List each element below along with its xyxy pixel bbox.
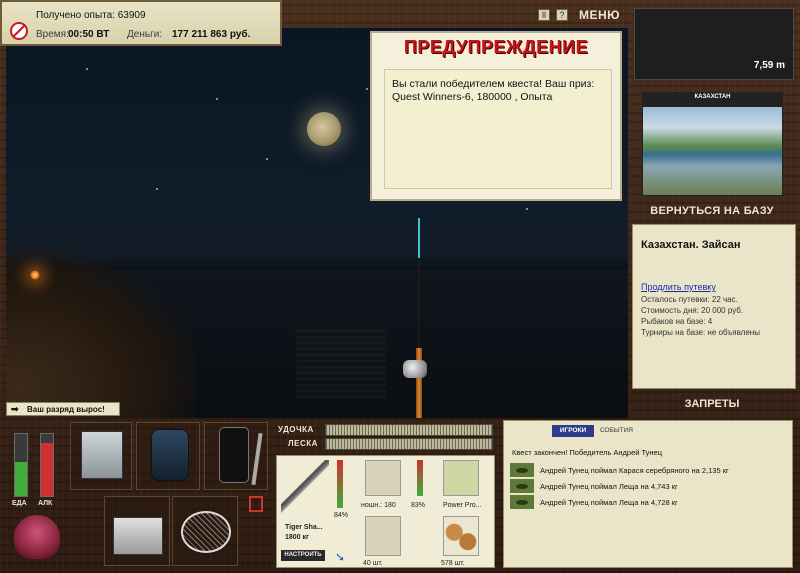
location-photo: КАЗАХСТАН — [642, 92, 783, 196]
no-smoking-icon[interactable] — [10, 22, 28, 40]
location-banner: КАЗАХСТАН — [643, 93, 782, 107]
star — [266, 158, 268, 160]
warning-title: ПРЕДУПРЕЖДЕНИЕ — [403, 37, 589, 57]
food-label: ЕДА — [12, 500, 27, 507]
rod-tension-bar — [325, 424, 493, 436]
catch-event-text: Андрей Тунец поймал Леща на 4,743 кг — [540, 482, 678, 491]
backpack-slot[interactable] — [136, 422, 200, 490]
reel-name: ношн.: 180 — [361, 502, 396, 509]
location-name: Казахстан. Зайсан — [641, 239, 741, 251]
quest-finished-message: Квест закончен! Победитель Андрей Тунец — [512, 448, 663, 457]
moon-reflection — [296, 328, 386, 398]
line-tension-bar — [325, 438, 493, 450]
food-gauge — [14, 433, 28, 497]
fish-icon — [510, 463, 534, 477]
food-gauge-fill — [15, 461, 27, 496]
pause-icon[interactable]: ll — [538, 9, 550, 21]
depth-value: 7,59 m — [753, 60, 785, 71]
time-label: Время: — [36, 29, 69, 40]
bans-button[interactable]: ЗАПРЕТЫ — [632, 398, 792, 410]
bait-count: 578 шт. — [441, 560, 465, 567]
tune-button[interactable]: НАСТРОИТЬ — [281, 550, 325, 561]
tab-players[interactable]: ИГРОКИ — [552, 425, 594, 437]
moon — [307, 112, 341, 146]
depth-meter: 7,59 m — [634, 8, 794, 80]
extend-permit-link[interactable]: Продлить путевку — [641, 282, 716, 292]
fish-icon — [510, 495, 534, 509]
phone-slot[interactable] — [204, 422, 268, 490]
tab-events[interactable]: СОБЫТИЯ — [600, 427, 633, 434]
xp-text: Получено опыта: 63909 — [36, 10, 146, 21]
hook-image[interactable] — [365, 516, 401, 556]
events-panel: ИГРОКИ СОБЫТИЯ Квест закончен! Победител… — [503, 420, 793, 568]
anglers-count: Рыбаков на базе: 4 — [641, 317, 713, 326]
rank-text: Ваш разряд вырос! — [27, 405, 105, 414]
toggle-slot-button[interactable] — [249, 496, 263, 512]
star — [86, 68, 88, 70]
tackle-panel: 84% Tiger Sha... 1800 кг НАСТРОИТЬ ➘ нош… — [276, 455, 495, 568]
day-cost: Стоимость дня: 20 000 руб. — [641, 306, 744, 315]
reel-percent: 83% — [411, 502, 426, 509]
alcohol-gauge-fill — [41, 443, 53, 496]
campfire — [30, 270, 40, 280]
star — [156, 188, 158, 190]
time-value: 00:50 ВТ — [68, 29, 110, 40]
tackle-box-icon — [81, 431, 123, 479]
rod-name: Tiger Sha... — [285, 524, 323, 531]
cooler-slot[interactable] — [104, 496, 170, 566]
reel — [403, 360, 427, 378]
line-tension-label: ЛЕСКА — [288, 439, 318, 448]
rod-weight: 1800 кг — [285, 534, 309, 541]
phone-icon — [219, 427, 249, 483]
backpack-icon — [151, 429, 189, 481]
keepnet-slot[interactable] — [172, 496, 238, 566]
player-info-panel: Получено опыта: 63909 Время: 00:50 ВТ Де… — [0, 0, 282, 46]
fish-icon — [510, 479, 534, 493]
cooler-box-icon — [113, 517, 163, 555]
fishing-line — [418, 218, 420, 258]
reel-image[interactable] — [365, 460, 401, 496]
tackle-box-slot[interactable] — [70, 422, 132, 490]
catch-event-text: Андрей Тунец поймал Леща на 4,728 кг — [540, 498, 678, 507]
money-label: Деньги: — [127, 29, 163, 40]
rod-percent: 84% — [334, 512, 349, 519]
catch-event-text: Андрей Тунец поймал Карася серебряного н… — [540, 466, 729, 475]
rod-tip — [418, 258, 420, 353]
location-info-panel: Казахстан. Зайсан Продлить путевку Остал… — [632, 224, 796, 389]
star — [526, 208, 528, 210]
rod-blank — [416, 348, 422, 418]
tournaments-info: Турниры на базе: не объявлены — [641, 328, 760, 337]
alcohol-gauge — [40, 433, 54, 497]
rod-wear-bar — [337, 460, 343, 508]
rod-tension-label: УДОЧКА — [278, 425, 314, 434]
rod-image[interactable] — [281, 460, 329, 520]
menu-button[interactable]: МЕНЮ — [579, 8, 620, 22]
help-icon[interactable]: ? — [556, 9, 568, 21]
bait-image[interactable] — [443, 516, 479, 556]
arrow-down-right-icon[interactable]: ➘ — [335, 550, 345, 564]
arrow-right-icon: ➡ — [11, 404, 19, 414]
rank-notification[interactable]: ➡ Ваш разряд вырос! — [6, 402, 120, 416]
alcohol-label: АЛК — [38, 500, 53, 507]
money-value: 177 211 863 руб. — [172, 29, 251, 40]
hook-count: 40 шт. — [363, 560, 383, 567]
reel-wear-bar — [417, 460, 423, 496]
star — [216, 98, 218, 100]
warning-dialog[interactable]: ПРЕДУПРЕЖДЕНИЕ Вы стали победителем квес… — [370, 31, 622, 201]
keepnet-icon — [181, 511, 231, 553]
stylus-icon — [251, 432, 263, 486]
permit-remaining: Осталось путевки: 22 час. — [641, 295, 738, 304]
line-name: Power Pro... — [443, 502, 482, 509]
bait-bucket-icon[interactable] — [14, 515, 60, 559]
line-spool-image[interactable] — [443, 460, 479, 496]
warning-message: Вы стали победителем квеста! Ваш приз: Q… — [384, 69, 612, 189]
star — [366, 88, 368, 90]
return-to-base-button[interactable]: ВЕРНУТЬСЯ НА БАЗУ — [632, 205, 792, 217]
